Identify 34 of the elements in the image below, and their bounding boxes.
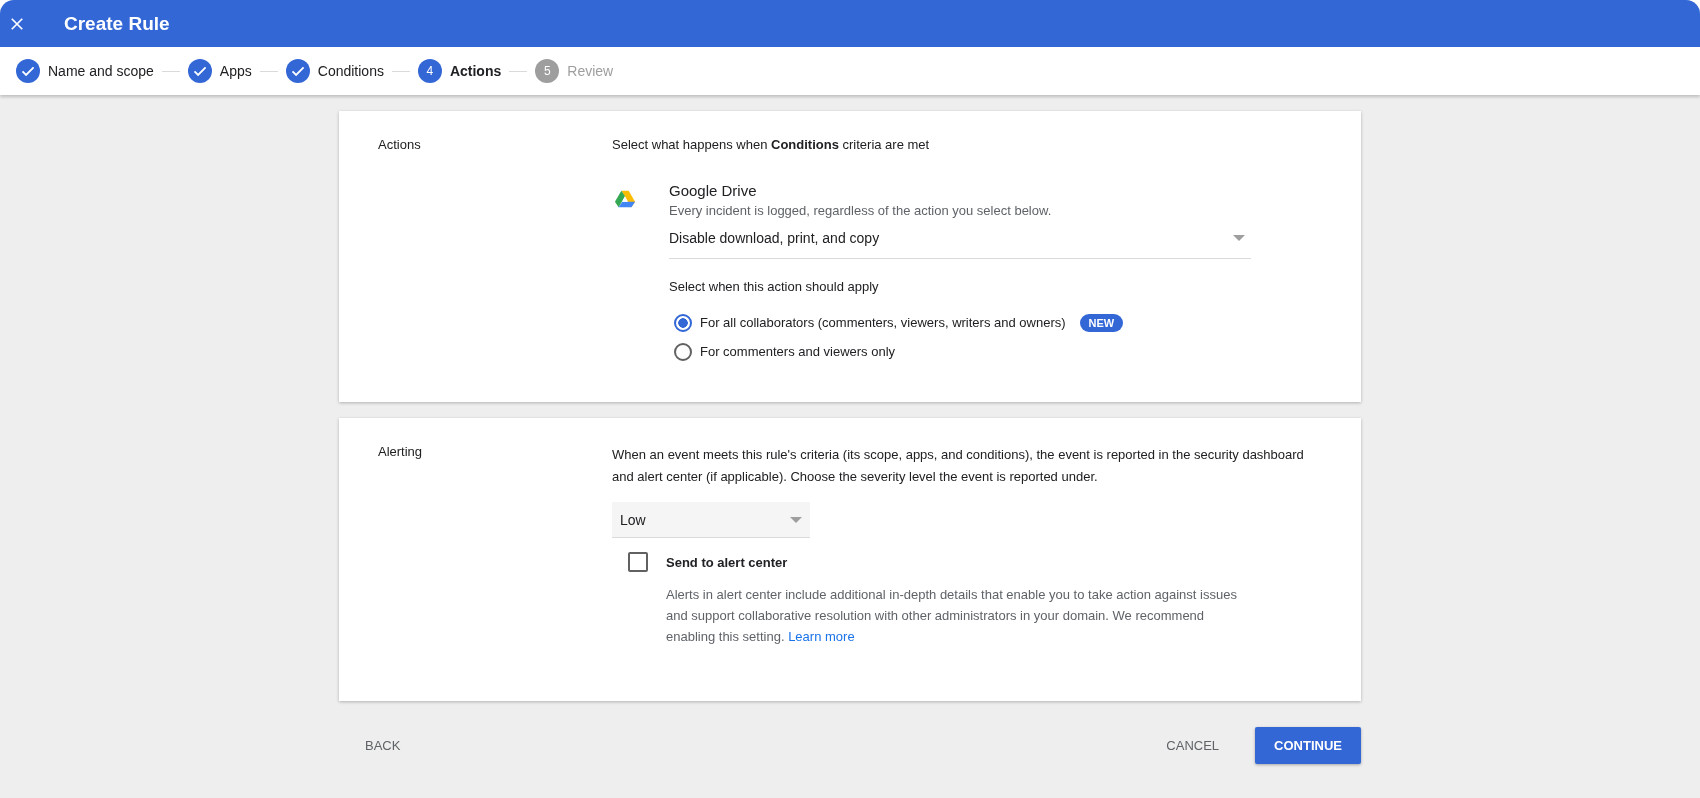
new-badge: NEW	[1079, 313, 1124, 332]
dropdown-caret-icon	[790, 516, 802, 523]
step-number: 4	[417, 59, 442, 83]
learn-more-link[interactable]: Learn more	[788, 629, 855, 644]
radio-button[interactable]	[674, 313, 692, 332]
check-circle-icon	[285, 59, 310, 83]
dropdown-caret-icon	[1233, 235, 1245, 241]
severity-dropdown[interactable]: Low	[612, 502, 810, 538]
step-number: 5	[535, 59, 560, 83]
section-label: Actions	[378, 137, 422, 154]
app-name: Google Drive	[669, 182, 758, 199]
section-label: Alerting	[378, 444, 424, 461]
step-label[interactable]: Apps	[219, 63, 252, 79]
back-button[interactable]: BACK	[339, 728, 427, 763]
step-label[interactable]: Name and scope	[48, 63, 154, 79]
step-label[interactable]: Actions	[449, 63, 502, 79]
step-label[interactable]: Conditions	[317, 63, 384, 79]
action-dropdown[interactable]: Disable download, print, and copy	[669, 218, 1251, 259]
triangle-logo-icon	[612, 188, 638, 210]
checkbox-label[interactable]: Send to alert center	[666, 554, 788, 570]
section-intro: Select what happens when Conditions criteria are met	[612, 137, 931, 152]
radio-button[interactable]	[674, 342, 692, 361]
check-circle-icon	[16, 59, 40, 83]
continue-button[interactable]: CONTINUE	[1255, 727, 1361, 764]
section-description: When an event meets this rule's criteria (its scope, apps, and conditions), the event is reported in the security dashboard and alert center (if applicable). Choose the severity level the event is reported under.	[612, 446, 1305, 486]
radio-label[interactable]: For commenters and viewers only	[700, 344, 896, 359]
window-title: Create Rule	[64, 12, 170, 35]
app-note: Every incident is logged, regardless of the action you select below.	[669, 203, 1053, 218]
cancel-button[interactable]: CANCEL	[1140, 728, 1246, 763]
alert-center-description: Alerts in alert center include additional in-depth details that enable you to take action against issues and support collaborative resolution with other administrators in your domain. We recommend enabling this setting. Learn more	[666, 586, 1238, 646]
checkbox[interactable]	[628, 552, 648, 572]
apply-heading: Select when this action should apply	[669, 279, 880, 294]
radio-label[interactable]: For all collaborators (commenters, viewers, writers and owners)	[700, 315, 1066, 330]
check-circle-icon	[187, 59, 212, 83]
